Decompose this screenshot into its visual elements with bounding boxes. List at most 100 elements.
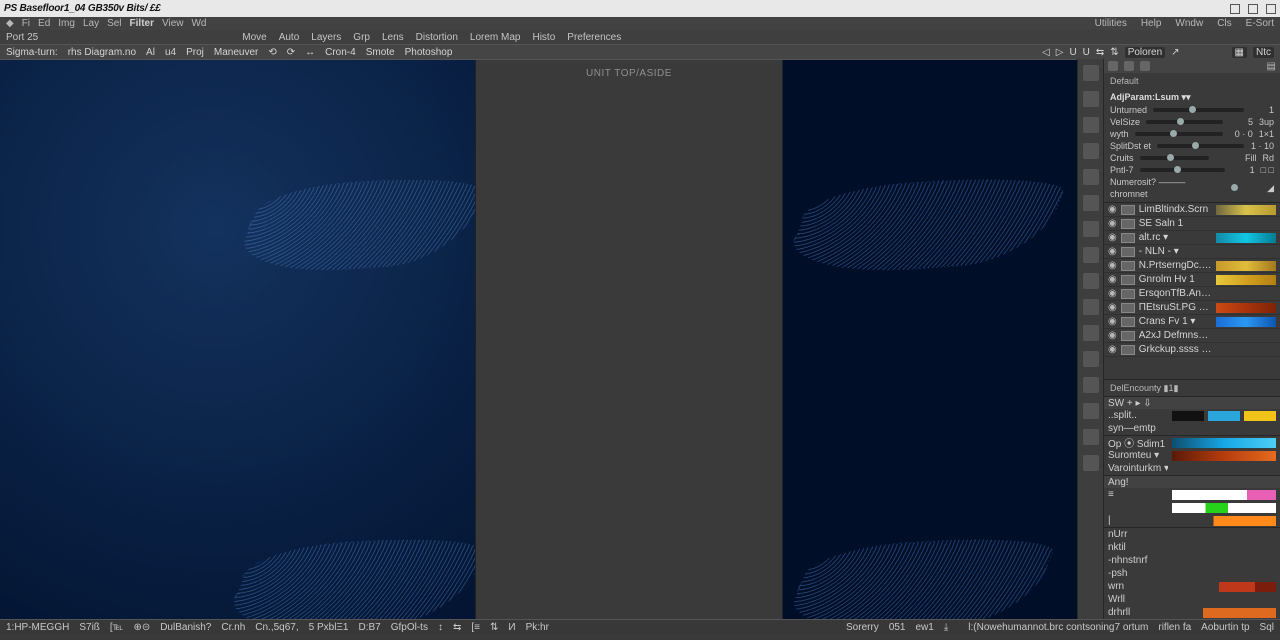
swatch-row[interactable]: drhrll xyxy=(1104,606,1280,619)
collapsed-tool-icon[interactable] xyxy=(1083,117,1099,133)
property-slider[interactable] xyxy=(1140,156,1209,160)
option-label[interactable]: Photoshop xyxy=(405,47,453,58)
option-chip[interactable]: ▦ xyxy=(1232,47,1247,58)
option-label[interactable]: Cron-4 xyxy=(325,47,356,58)
collapsed-tool-icon[interactable] xyxy=(1083,273,1099,289)
swatch-row[interactable]: Varointurkm ▾ xyxy=(1104,462,1280,475)
swatch-block-caption[interactable]: SW + ▸ ⇩ xyxy=(1104,397,1280,409)
visibility-icon[interactable]: ◉ xyxy=(1108,302,1117,313)
visibility-icon[interactable]: ◉ xyxy=(1108,218,1117,229)
collapsed-tool-icon[interactable] xyxy=(1083,195,1099,211)
property-slider[interactable] xyxy=(1135,132,1223,136)
swatch-row[interactable]: -psh xyxy=(1104,567,1280,580)
layer-row[interactable]: ◉ ΠEtsruSt.PG 1 ▾ xyxy=(1104,301,1280,315)
option-glyph-icon[interactable]: U xyxy=(1083,47,1090,58)
menu-item[interactable]: Cls xyxy=(1217,18,1231,29)
menu-item[interactable]: Wndw xyxy=(1175,18,1203,29)
property-slider[interactable] xyxy=(1157,144,1244,148)
menu-item[interactable]: Img xyxy=(58,18,75,29)
menu-item[interactable]: Lay xyxy=(83,18,99,29)
options-glyph-icon[interactable]: ↗ xyxy=(1171,47,1179,58)
swatch-row[interactable]: ≡ xyxy=(1104,488,1280,501)
workspace-grid-icon[interactable] xyxy=(1108,61,1118,71)
menu-item[interactable]: Move xyxy=(242,32,266,43)
layer-row[interactable]: ◉ Gnrolm Hv 1 xyxy=(1104,273,1280,287)
option-chip[interactable]: Ntc xyxy=(1253,47,1274,58)
menu-item[interactable]: Help xyxy=(1141,18,1162,29)
collapsed-tool-icon[interactable] xyxy=(1083,377,1099,393)
floating-panel[interactable]: UNIT TOP/ASIDE xyxy=(475,60,783,619)
collapsed-tool-icon[interactable] xyxy=(1083,429,1099,445)
layer-row[interactable]: ◉ SE Saln 1 xyxy=(1104,217,1280,231)
workspace-more-icon[interactable] xyxy=(1140,61,1150,71)
menu-item[interactable]: Fi xyxy=(22,18,30,29)
menu-item[interactable]: Filter xyxy=(130,18,154,29)
property-button[interactable]: Rd xyxy=(1262,152,1274,164)
menu-item[interactable]: Auto xyxy=(279,32,300,43)
canvas[interactable]: UNIT TOP/ASIDE xyxy=(0,59,1077,619)
workspace-list-icon[interactable] xyxy=(1124,61,1134,71)
property-slider[interactable] xyxy=(1153,108,1244,112)
option-glyph-icon[interactable]: ⟳ xyxy=(287,47,295,58)
swatch-row[interactable] xyxy=(1104,501,1280,514)
menu-item[interactable]: Grp xyxy=(353,32,370,43)
menu-item[interactable]: View xyxy=(162,18,184,29)
layer-row[interactable]: ◉ N.PrtserngDc.Hhfltm xyxy=(1104,259,1280,273)
minimize-icon[interactable] xyxy=(1230,4,1240,14)
swatch-row[interactable]: nUrr xyxy=(1104,528,1280,541)
visibility-icon[interactable]: ◉ xyxy=(1108,246,1117,257)
collapsed-tool-icon[interactable] xyxy=(1083,403,1099,419)
layer-row[interactable]: ◉ - NLN - ▾ xyxy=(1104,245,1280,259)
swatch-row[interactable]: wrn xyxy=(1104,580,1280,593)
visibility-icon[interactable]: ◉ xyxy=(1108,260,1117,271)
swatch-block-caption[interactable]: Ang! xyxy=(1104,476,1280,488)
option-glyph-icon[interactable]: ◁ xyxy=(1042,47,1050,58)
collapsed-tool-icon[interactable] xyxy=(1083,221,1099,237)
collapsed-tool-icon[interactable] xyxy=(1083,299,1099,315)
options-preset[interactable]: Poloren xyxy=(1125,47,1165,58)
menu-item[interactable]: Lens xyxy=(382,32,404,43)
collapsed-tool-icon[interactable] xyxy=(1083,351,1099,367)
collapsed-tool-icon[interactable] xyxy=(1083,247,1099,263)
option-glyph-icon[interactable]: ▷ xyxy=(1056,47,1064,58)
layer-row[interactable]: ◉ A2xJ Defmnsningd xyxy=(1104,329,1280,343)
swatch-row[interactable]: syn—emtp xyxy=(1104,422,1280,435)
option-glyph-icon[interactable]: ⇆ xyxy=(1096,47,1104,58)
layer-row[interactable]: ◉ Crans Fv 1 ▾ xyxy=(1104,315,1280,329)
option-glyph-icon[interactable]: ⇅ xyxy=(1110,47,1118,58)
menu-item[interactable]: Preferences xyxy=(567,32,621,43)
property-slider[interactable] xyxy=(1140,168,1225,172)
close-icon[interactable] xyxy=(1266,4,1276,14)
swatch-row[interactable]: Op ⦿ Sdim1 xyxy=(1104,436,1280,449)
visibility-icon[interactable]: ◉ xyxy=(1108,232,1117,243)
menu-item[interactable]: Lorem Map xyxy=(470,32,521,43)
visibility-icon[interactable]: ◉ xyxy=(1108,344,1117,355)
swatch-row[interactable]: Wrll xyxy=(1104,593,1280,606)
menu-item[interactable]: Ed xyxy=(38,18,50,29)
property-slider[interactable] xyxy=(1146,120,1223,124)
menu-item[interactable]: Wd xyxy=(191,18,206,29)
maximize-icon[interactable] xyxy=(1248,4,1258,14)
collapsed-tool-icon[interactable] xyxy=(1083,65,1099,81)
layer-row[interactable]: ◉ LimBltindx.Scrn xyxy=(1104,203,1280,217)
visibility-icon[interactable]: ◉ xyxy=(1108,330,1117,341)
option-label[interactable]: Smote xyxy=(366,47,395,58)
menu-item[interactable]: Utilities xyxy=(1095,18,1127,29)
collapsed-tool-icon[interactable] xyxy=(1083,325,1099,341)
layer-row[interactable]: ◉ ErsqonTfB.Anflbnt xyxy=(1104,287,1280,301)
collapsed-tool-icon[interactable] xyxy=(1083,91,1099,107)
panel-menu-icon[interactable]: ▤ xyxy=(1267,61,1276,72)
visibility-icon[interactable]: ◉ xyxy=(1108,288,1117,299)
option-glyph-icon[interactable]: U xyxy=(1069,47,1076,58)
swatch-row[interactable]: ..split.. xyxy=(1104,409,1280,422)
collapsed-tool-icon[interactable] xyxy=(1083,143,1099,159)
menu-item[interactable]: Histo xyxy=(532,32,555,43)
swatch-row[interactable]: nktil xyxy=(1104,541,1280,554)
layer-row[interactable]: ◉ Grkckup.ssss _tournament xyxy=(1104,343,1280,357)
menu-item[interactable]: Sel xyxy=(107,18,121,29)
menu-item[interactable]: Layers xyxy=(311,32,341,43)
visibility-icon[interactable]: ◉ xyxy=(1108,316,1117,327)
visibility-icon[interactable]: ◉ xyxy=(1108,274,1117,285)
option-glyph-icon[interactable]: ↔ xyxy=(305,47,315,58)
layer-row[interactable]: ◉ alt.rc ▾ xyxy=(1104,231,1280,245)
